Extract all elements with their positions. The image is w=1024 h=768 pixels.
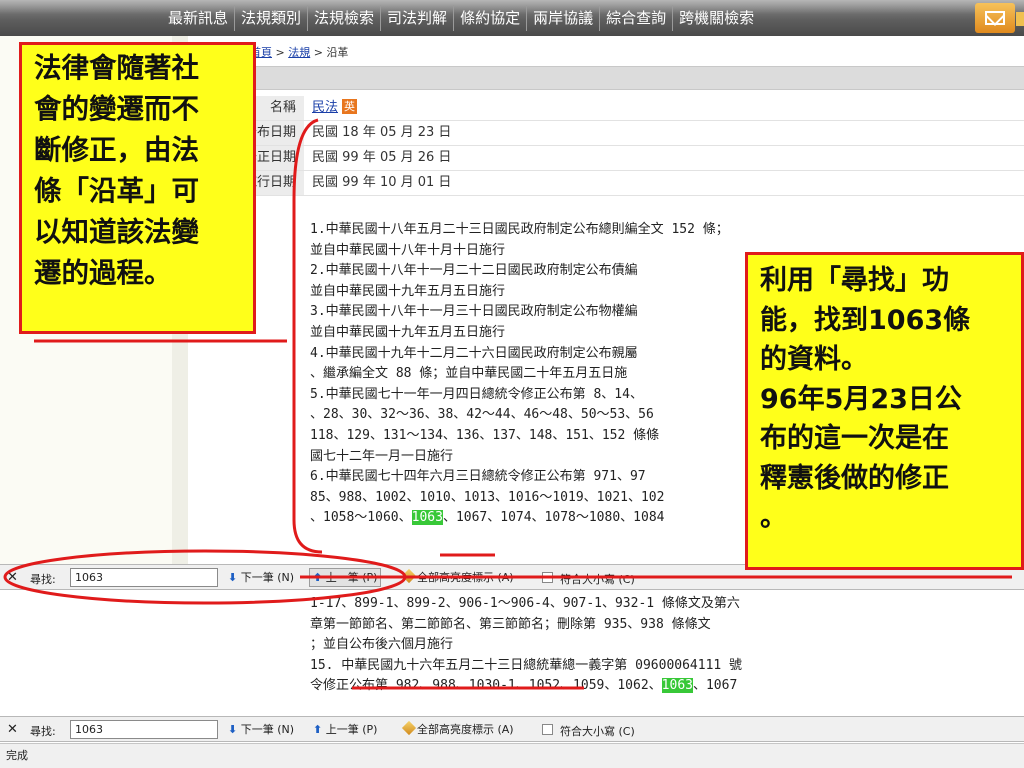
screenshot: 最新訊息 法規類別 法規檢索 司法判解 條約協定 兩岸協議 綜合查詢 跨機關檢索 首頁 > 法… [0, 0, 1024, 768]
note-line: 96年5月23日公 [760, 383, 962, 415]
annotation-note-left: 法律會隨著社 會的變遷而不 斷修正，由法 條「沿革」可 以知道該法變 遷的過程。 [19, 42, 256, 334]
note-line: 法律會隨著社 [34, 52, 199, 84]
note-line: 布的這一次是在 [760, 423, 949, 454]
annotation-note-right: 利用「尋找」功 能，找到1063條 的資料。 96年5月23日公 布的這一次是在 釋憲後做… [745, 252, 1024, 570]
note-line: 條「沿革」可 [34, 175, 199, 207]
note-line: 能，找到1063條 [760, 304, 971, 336]
annotation-bracket [292, 118, 323, 554]
note-line: 遷的過程。 [34, 257, 172, 289]
note-line: 斷修正，由法 [34, 134, 199, 166]
note-line: 會的變遷而不 [34, 93, 199, 125]
note-line: 的資料。 [760, 344, 868, 375]
note-line: 釋憲後做的修正 [760, 462, 949, 494]
note-line: 。 [760, 502, 787, 533]
note-line: 利用「尋找」功 [760, 265, 949, 296]
note-line: 以知道該法變 [34, 216, 199, 248]
